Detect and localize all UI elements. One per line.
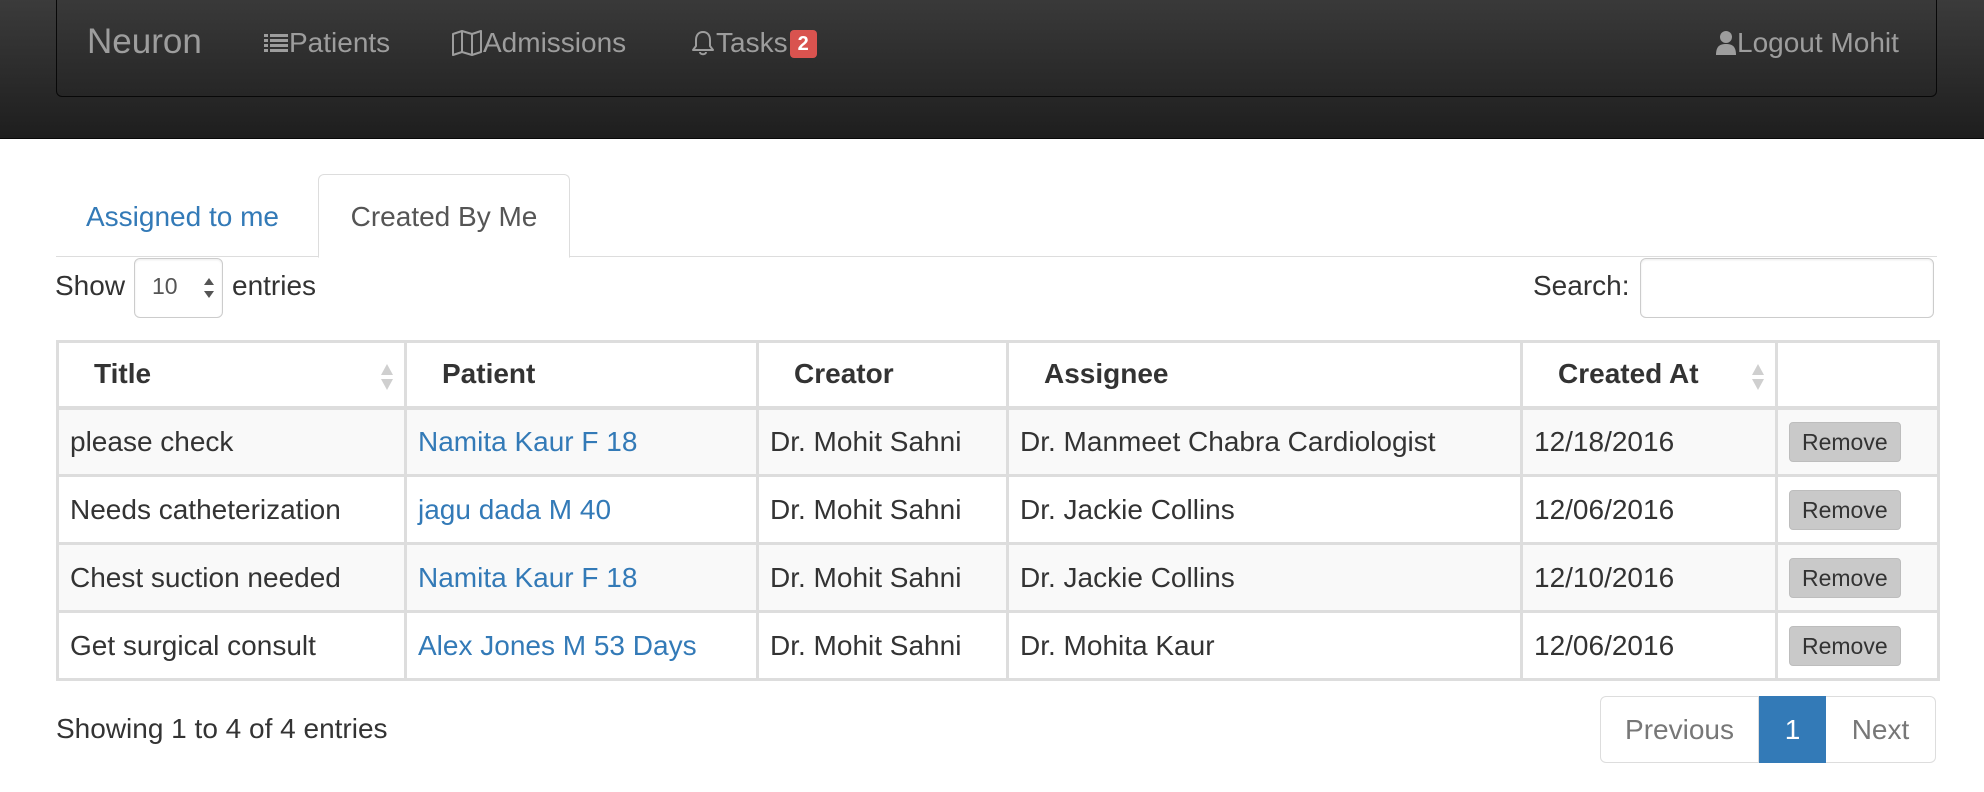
task-title: Needs catheterization [56,474,407,545]
search-label: Search: [1533,270,1630,301]
column-header-actions [1775,340,1940,409]
patient-link[interactable]: Namita Kaur F 18 [418,426,637,457]
nav-patients-label: Patients [289,27,391,58]
patient-link[interactable]: Alex Jones M 53 Days [418,630,697,661]
creator-cell: Dr. Mohit Sahni [756,474,1009,545]
brand-link[interactable]: Neuron [87,22,202,62]
tab-created-by-me-label: Created By Me [350,201,538,232]
action-cell: Remove [1775,610,1940,681]
created-at-cell: 12/06/2016 [1520,474,1778,545]
table-row: Get surgical consult Alex Jones M 53 Day… [56,610,1940,681]
tab-created-by-me[interactable]: Created By Me [318,174,570,258]
bell-icon [691,30,715,56]
table-row: Chest suction needed Namita Kaur F 18 Dr… [56,542,1940,613]
assignee-cell: Dr. Manmeet Chabra Cardiologist [1006,405,1523,477]
pagination: Previous 1 Next [1600,696,1936,763]
list-icon [264,33,288,53]
task-title: Get surgical consult [56,610,407,681]
tasks-count-badge: 2 [789,30,817,58]
created-at-cell: 12/06/2016 [1520,610,1778,681]
nav-admissions-label: Admissions [483,27,627,58]
column-header-assignee: Assignee [1006,340,1523,409]
sort-icon [380,363,394,399]
navbar: Neuron Patients Admissions Tasks 2 Logou… [56,0,1937,97]
table-row: Needs catheterization jagu dada M 40 Dr.… [56,474,1940,545]
action-cell: Remove [1775,405,1940,477]
creator-cell: Dr. Mohit Sahni [756,405,1009,477]
previous-page-button[interactable]: Previous [1600,696,1759,763]
page-1-button[interactable]: 1 [1759,696,1826,763]
column-header-title[interactable]: Title [56,340,407,409]
patient-cell: Namita Kaur F 18 [404,542,759,613]
table-header-row: Title Patient Creator Assignee Created A… [56,340,1940,409]
patient-cell: Alex Jones M 53 Days [404,610,759,681]
action-cell: Remove [1775,542,1940,613]
sort-icon [1751,363,1765,399]
created-at-cell: 12/18/2016 [1520,405,1778,477]
next-page-button[interactable]: Next [1826,696,1936,763]
entries-label: entries [232,270,317,301]
show-label: Show [55,270,126,301]
task-title: please check [56,405,407,477]
table-row: please check Namita Kaur F 18 Dr. Mohit … [56,405,1940,477]
assignee-cell: Dr. Jackie Collins [1006,542,1523,613]
remove-button[interactable]: Remove [1789,421,1901,462]
nav-admissions[interactable]: Admissions [452,26,626,60]
remove-button[interactable]: Remove [1789,557,1901,598]
created-at-cell: 12/10/2016 [1520,542,1778,613]
logout-link[interactable]: Logout Mohit [1716,26,1899,60]
select-arrows-icon [203,276,215,305]
entries-per-page-select[interactable]: 10 [134,258,223,318]
patient-cell: jagu dada M 40 [404,474,759,545]
assignee-cell: Dr. Mohita Kaur [1006,610,1523,681]
patient-link[interactable]: Namita Kaur F 18 [418,562,637,593]
patient-link[interactable]: jagu dada M 40 [418,494,611,525]
column-header-patient: Patient [404,340,759,409]
nav-patients[interactable]: Patients [264,26,390,60]
entries-per-page-value: 10 [152,273,178,299]
table-info-text: Showing 1 to 4 of 4 entries [56,713,388,744]
creator-cell: Dr. Mohit Sahni [756,610,1009,681]
nav-tasks-label: Tasks [716,27,788,58]
assignee-cell: Dr. Jackie Collins [1006,474,1523,545]
search-input[interactable] [1640,258,1934,318]
column-header-created-at[interactable]: Created At [1520,340,1778,409]
book-icon [452,30,482,56]
task-title: Chest suction needed [56,542,407,613]
tab-assigned-to-me[interactable]: Assigned to me [86,200,279,234]
user-icon [1716,30,1736,56]
patient-cell: Namita Kaur F 18 [404,405,759,477]
remove-button[interactable]: Remove [1789,489,1901,530]
remove-button[interactable]: Remove [1789,625,1901,666]
top-header: Neuron Patients Admissions Tasks 2 Logou… [0,0,1984,139]
tasks-table: Title Patient Creator Assignee Created A… [56,340,1940,681]
action-cell: Remove [1775,474,1940,545]
nav-tasks[interactable]: Tasks 2 [691,26,817,60]
creator-cell: Dr. Mohit Sahni [756,542,1009,613]
column-header-creator: Creator [756,340,1009,409]
logout-label: Logout Mohit [1737,27,1899,58]
